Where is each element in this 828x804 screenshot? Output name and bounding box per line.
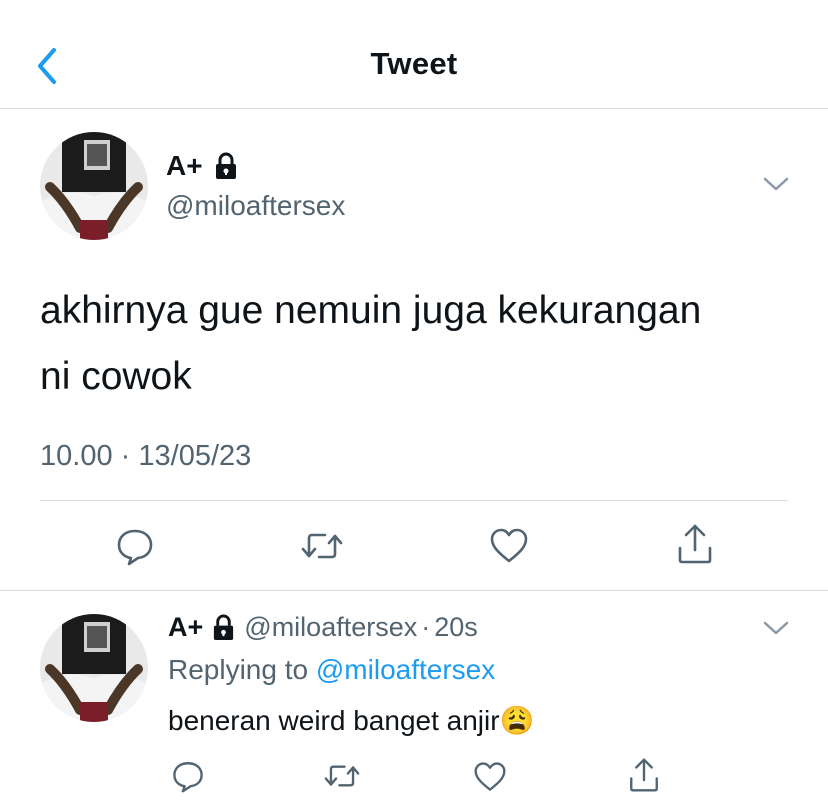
timestamp-separator: · <box>120 440 131 472</box>
reply-separator: · <box>421 612 431 642</box>
reply-like-button[interactable] <box>470 758 510 796</box>
reply-header: A+ @miloaftersex · 20s <box>168 612 478 643</box>
lock-icon <box>214 614 234 640</box>
tweet-text-line: akhirnya gue nemuin juga kekurangan <box>40 289 702 332</box>
avatar-image <box>40 614 148 722</box>
replying-to-handle[interactable]: @miloaftersex <box>316 654 495 685</box>
tweet-menu-button[interactable] <box>762 174 790 199</box>
weary-face-emoji: 😩 <box>499 705 535 736</box>
tweet-date: 13/05/23 <box>138 440 252 472</box>
share-icon <box>678 524 712 564</box>
page-title: Tweet <box>370 46 458 81</box>
chevron-down-icon <box>763 621 789 635</box>
reply-avatar[interactable] <box>40 614 148 722</box>
like-icon <box>474 762 506 791</box>
chevron-down-icon <box>763 177 789 191</box>
replying-to: Replying to @miloaftersex <box>168 654 495 686</box>
replying-to-label: Replying to <box>168 654 309 685</box>
reply-reply-button[interactable] <box>168 756 208 796</box>
tweet-text-line: ni cowok <box>40 355 192 398</box>
reply-text: beneran weird banget anjir😩 <box>168 704 534 737</box>
like-button[interactable] <box>486 524 532 568</box>
author-name-row: A+ <box>166 150 239 182</box>
retweet-icon <box>324 765 360 787</box>
retweet-button[interactable] <box>298 524 346 568</box>
tweet-time: 10.00 <box>40 440 113 472</box>
reply-menu-button[interactable] <box>762 618 790 643</box>
reply-age: 20s <box>434 612 478 642</box>
avatar-image <box>40 132 148 240</box>
reply-author-name: A+ <box>168 612 204 642</box>
reply-text-content: beneran weird banget anjir <box>168 705 500 736</box>
divider <box>0 590 828 591</box>
like-icon <box>490 528 528 563</box>
reply-button[interactable] <box>112 524 158 568</box>
top-bar: Tweet <box>0 0 828 109</box>
share-icon <box>630 758 658 792</box>
reply-share-button[interactable] <box>624 754 664 796</box>
reply-icon <box>173 762 203 793</box>
reply-retweet-button[interactable] <box>320 756 364 796</box>
tweet-text: akhirnya gue nemuin juga kekurangan ni c… <box>40 278 800 410</box>
author-name: A+ <box>166 150 203 181</box>
reply-author-handle[interactable]: @miloaftersex <box>244 612 417 643</box>
avatar[interactable] <box>40 132 148 240</box>
author-handle[interactable]: @miloaftersex <box>166 190 345 222</box>
lock-icon <box>215 152 236 179</box>
tweet-timestamp: 10.00 · 13/05/23 <box>40 440 251 473</box>
share-button[interactable] <box>672 520 718 568</box>
divider <box>40 500 788 501</box>
reply-icon <box>117 529 153 566</box>
retweet-icon <box>301 533 343 559</box>
